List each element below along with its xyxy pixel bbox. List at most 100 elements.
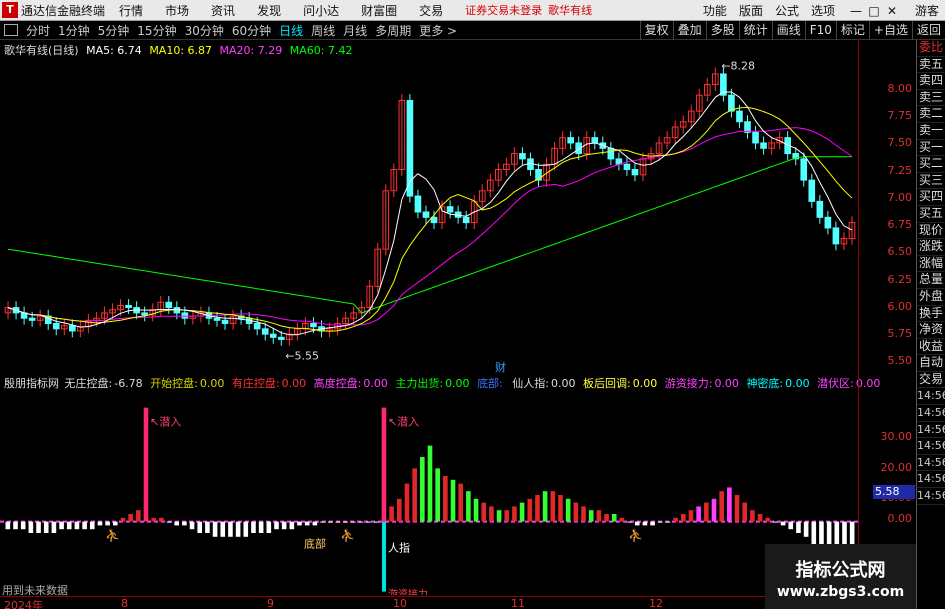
- side-tab[interactable]: 买一: [917, 140, 945, 157]
- close-icon[interactable]: ✕: [883, 4, 901, 18]
- axis-label: 7.50: [887, 136, 913, 149]
- ind-item-3: 高度控盘: 0.00: [313, 377, 388, 390]
- indicator-bar: [734, 495, 740, 522]
- period-more[interactable]: 更多 >: [415, 22, 461, 39]
- menu-discover[interactable]: 发现: [257, 2, 281, 19]
- candle-body: [607, 147, 615, 160]
- tool-multi-stock[interactable]: 多股: [705, 21, 739, 40]
- menu-layout[interactable]: 版面: [739, 2, 763, 19]
- date-label: 11: [511, 597, 525, 609]
- ind-item-7: 板后回调: 0.00: [583, 377, 658, 390]
- side-tab[interactable]: 卖一: [917, 123, 945, 140]
- side-tab[interactable]: 买三: [917, 173, 945, 190]
- side-tab[interactable]: 14:56: [917, 471, 945, 489]
- login-status[interactable]: 证券交易未登录: [465, 2, 542, 18]
- period-1m[interactable]: 1分钟: [54, 22, 94, 39]
- indicator-bar: [504, 510, 510, 522]
- menu-news[interactable]: 资讯: [211, 2, 235, 19]
- side-tab[interactable]: 买四: [917, 189, 945, 206]
- period-multi[interactable]: 多周期: [371, 22, 415, 39]
- indicator-chart[interactable]: ↖潜入 ↖潜入底部 人指游资接力 ⛹ ⛹ ⛹: [0, 390, 858, 595]
- guest-label[interactable]: 游客: [915, 2, 939, 19]
- side-tab[interactable]: 14:56: [917, 455, 945, 472]
- layout-grid-icon[interactable]: [4, 24, 18, 36]
- indicator-bar: [243, 521, 249, 537]
- indicator-bar: [266, 521, 272, 533]
- menu-market[interactable]: 市场: [165, 2, 189, 19]
- indicator-bar: [458, 483, 464, 522]
- indicator-bar: [297, 521, 302, 526]
- menu-function[interactable]: 功能: [703, 2, 727, 19]
- side-tab[interactable]: 外盘: [917, 289, 945, 306]
- menu-ask[interactable]: 问小达: [303, 2, 339, 19]
- side-tab[interactable]: 14:56: [917, 388, 945, 406]
- side-tab[interactable]: 净资: [917, 322, 945, 339]
- menu-quote[interactable]: 行情: [119, 2, 143, 19]
- side-tab[interactable]: 卖二: [917, 106, 945, 123]
- tool-overlay[interactable]: 叠加: [672, 21, 706, 40]
- side-tab[interactable]: 总量: [917, 272, 945, 289]
- indicator-bar: [788, 521, 794, 530]
- side-tab[interactable]: 14:56: [917, 422, 945, 439]
- indicator-bar: [550, 491, 556, 522]
- period-tick[interactable]: 分时: [22, 22, 54, 39]
- indicator-bar: [166, 521, 172, 523]
- indicator-bar: [51, 521, 57, 533]
- side-tab[interactable]: 14:56: [917, 488, 945, 505]
- side-tab[interactable]: 卖四: [917, 73, 945, 90]
- indicator-bar: [28, 521, 34, 533]
- tool-f10[interactable]: F10: [804, 21, 836, 40]
- indicator-bar: [136, 510, 141, 522]
- tool-adjust[interactable]: 复权: [639, 21, 673, 40]
- period-15m[interactable]: 15分钟: [133, 22, 180, 39]
- tool-draw[interactable]: 画线: [771, 21, 805, 40]
- side-tab[interactable]: 委比: [917, 40, 945, 57]
- candle-body: [310, 323, 317, 328]
- menu-formula[interactable]: 公式: [775, 2, 799, 19]
- side-tab[interactable]: 现价: [917, 223, 945, 240]
- tool-mark[interactable]: 标记: [835, 21, 869, 40]
- minimize-icon[interactable]: —: [847, 4, 865, 18]
- side-tab[interactable]: 涨幅: [917, 256, 945, 273]
- indicator-bar: [251, 521, 256, 533]
- tool-back[interactable]: 返回: [911, 21, 945, 40]
- date-label: 12: [649, 597, 663, 609]
- kline-chart[interactable]: ←8.28 ←5.55: [0, 40, 858, 372]
- side-tab[interactable]: 换手: [917, 306, 945, 323]
- indicator-bar: [420, 457, 425, 522]
- indicator-bar: [335, 521, 341, 523]
- period-toolbar: 分时 1分钟 5分钟 15分钟 30分钟 60分钟 日线 周线 月线 多周期 更…: [0, 21, 945, 40]
- period-60m[interactable]: 60分钟: [228, 22, 275, 39]
- indicator-bar: [742, 502, 748, 522]
- menu-wealth[interactable]: 财富圈: [361, 2, 397, 19]
- indicator-bar: [82, 521, 87, 530]
- period-weekly[interactable]: 周线: [307, 22, 339, 39]
- side-tab[interactable]: 14:56: [917, 438, 945, 455]
- indicator-bar: [588, 510, 594, 522]
- side-tab[interactable]: 交易: [917, 372, 945, 389]
- finance-marker[interactable]: 财: [495, 359, 506, 375]
- tool-add-watch[interactable]: +自选: [868, 21, 912, 40]
- side-tab[interactable]: 自动: [917, 355, 945, 372]
- tool-stats[interactable]: 统计: [738, 21, 772, 40]
- side-tab[interactable]: 涨跌: [917, 239, 945, 256]
- period-monthly[interactable]: 月线: [339, 22, 371, 39]
- period-daily[interactable]: 日线: [275, 22, 307, 39]
- side-tab[interactable]: 收益: [917, 339, 945, 356]
- menu-trade[interactable]: 交易: [419, 2, 443, 19]
- maximize-icon[interactable]: □: [865, 4, 883, 18]
- period-5m[interactable]: 5分钟: [94, 22, 134, 39]
- indicator-bar: [803, 521, 809, 537]
- candle-body: [808, 179, 816, 202]
- ma20-value: MA20: 7.29: [219, 44, 283, 57]
- indicator-bar: [151, 517, 156, 522]
- side-tab[interactable]: 14:56: [917, 405, 945, 422]
- axis-label: 7.00: [887, 191, 913, 204]
- indicator-bar: [373, 521, 379, 523]
- side-tab[interactable]: 买二: [917, 156, 945, 173]
- side-tab[interactable]: 卖三: [917, 90, 945, 107]
- side-tab[interactable]: 卖五: [917, 57, 945, 74]
- menu-options[interactable]: 选项: [811, 2, 835, 19]
- period-30m[interactable]: 30分钟: [181, 22, 228, 39]
- side-tab[interactable]: 买五: [917, 206, 945, 223]
